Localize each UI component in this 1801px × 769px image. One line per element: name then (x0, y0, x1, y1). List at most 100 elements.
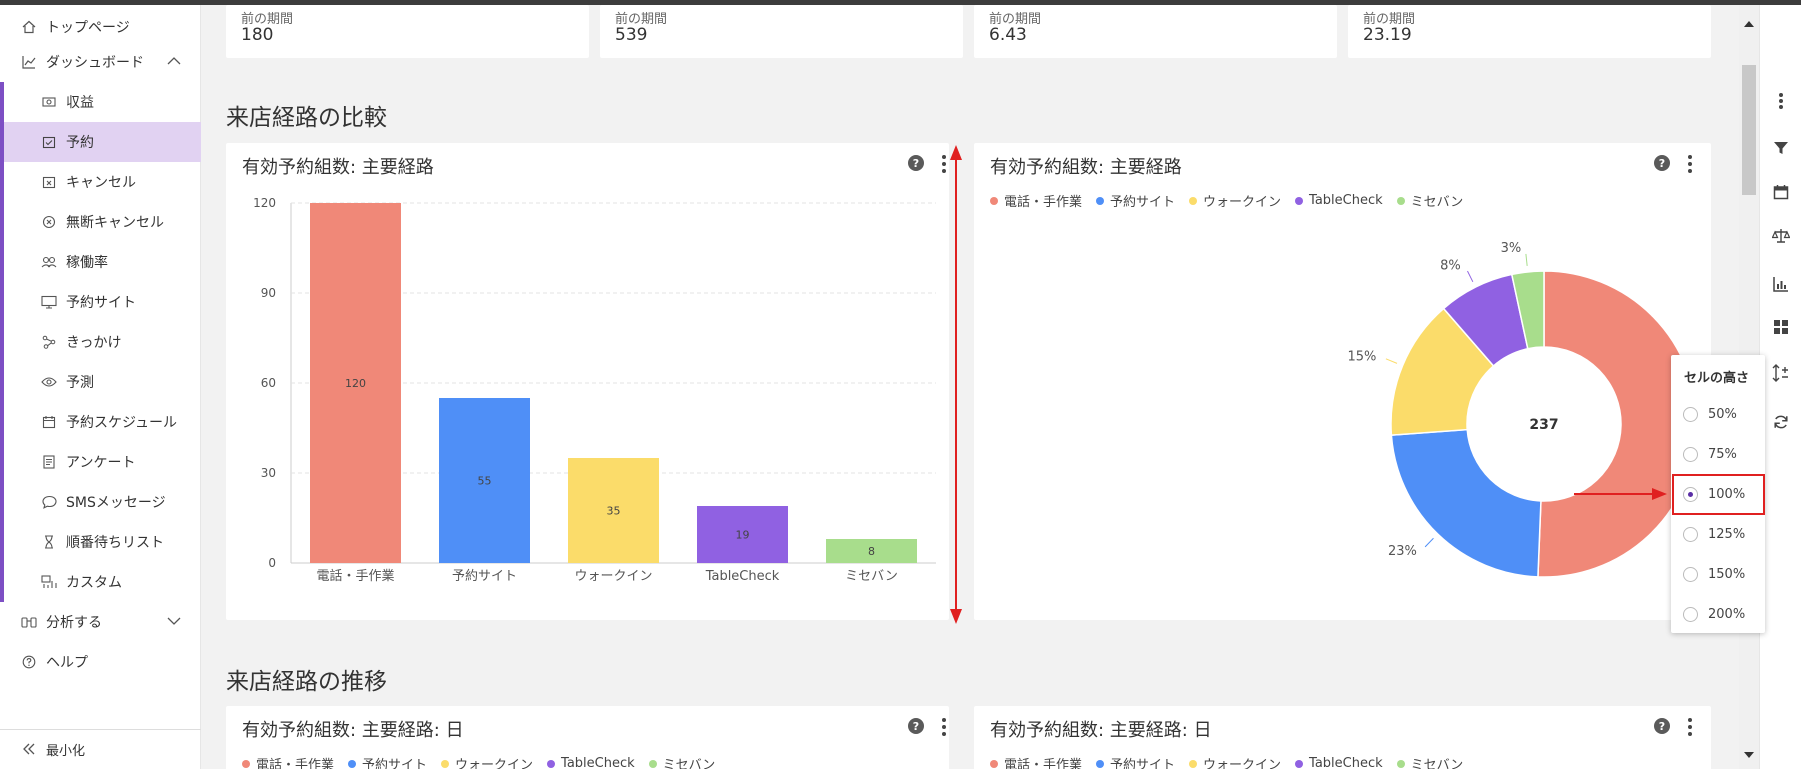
calendar-check-icon (40, 133, 58, 151)
main-content: 前の期間 180 前の期間 539 前の期間 6.43 前の期間 23.19 来… (201, 5, 1739, 769)
help-icon[interactable]: ? (908, 155, 924, 171)
stat-card: 前の期間 6.43 (974, 5, 1337, 58)
cell-height-option-50[interactable]: 50% (1671, 394, 1765, 434)
more-options-icon[interactable] (941, 155, 947, 173)
radio-button[interactable] (1683, 606, 1698, 622)
sidebar-item-booking-site[interactable]: 予約サイト (0, 282, 201, 322)
scroll-up-icon[interactable] (1743, 20, 1755, 28)
radio-button[interactable] (1683, 566, 1698, 582)
minimize-label: 最小化 (46, 743, 86, 759)
chart-type-button[interactable] (1760, 267, 1801, 301)
stat-card: 前の期間 23.19 (1348, 5, 1711, 58)
calendar-x-icon (40, 173, 58, 191)
legend-item[interactable]: ウォークイン (1189, 754, 1281, 769)
scroll-thumb[interactable] (1742, 65, 1756, 195)
sidebar-item-custom[interactable]: カスタム (0, 562, 201, 602)
help-icon[interactable]: ? (1654, 718, 1670, 734)
y-tick-label: 60 (261, 376, 276, 390)
sidebar-item-home[interactable]: トップページ (0, 7, 201, 47)
chevron-up-icon (167, 54, 181, 70)
legend-item[interactable]: 予約サイト (348, 754, 427, 769)
sidebar-item-label: 分析する (46, 615, 102, 631)
legend-swatch (242, 759, 250, 768)
chart-title: 有効予約組数: 主要経路: 日 (242, 720, 464, 741)
eye-icon (40, 373, 58, 391)
radio-button[interactable] (1683, 406, 1698, 422)
sidebar-item-help[interactable]: ヘルプ (0, 642, 201, 682)
scroll-down-icon[interactable] (1743, 751, 1755, 759)
cell-height-option-150[interactable]: 150% (1671, 554, 1765, 594)
calendar-button[interactable] (1760, 175, 1801, 209)
more-vertical-icon (1779, 93, 1783, 109)
x-tick-label: 電話・手作業 (316, 568, 394, 584)
sidebar-item-schedule[interactable]: 予約スケジュール (0, 402, 201, 442)
legend-item[interactable]: TableCheck (547, 754, 635, 769)
circle-x-icon (40, 213, 58, 231)
sidebar-item-cancel[interactable]: キャンセル (0, 162, 201, 202)
slice-percent-label: 15% (1347, 350, 1376, 365)
sidebar-item-noshow[interactable]: 無断キャンセル (0, 202, 201, 242)
legend-item[interactable]: ウォークイン (441, 754, 533, 769)
sidebar-item-revenue[interactable]: 収益 (0, 82, 201, 122)
label-leader (1467, 270, 1474, 283)
legend-item[interactable]: TableCheck (1295, 754, 1383, 769)
legend-label: TableCheck (1309, 756, 1383, 769)
y-tick-label: 0 (268, 556, 276, 570)
sidebar-item-dashboard[interactable]: ダッシュボード (0, 42, 201, 82)
bar-value-label: 55 (478, 475, 492, 488)
monitor-icon (40, 293, 58, 311)
slice-percent-label: 23% (1388, 544, 1417, 559)
sidebar-item-survey[interactable]: アンケート (0, 442, 201, 482)
refresh-button[interactable] (1760, 405, 1801, 439)
radio-button[interactable] (1683, 446, 1698, 462)
chart-line-icon (20, 53, 38, 71)
label-leader (1424, 537, 1434, 548)
x-tick-label: 予約サイト (452, 569, 517, 584)
minimize-button[interactable]: 最小化 (0, 729, 201, 769)
layout-button[interactable] (1760, 310, 1801, 344)
legend-item[interactable]: ミセバン (648, 754, 715, 769)
legend-swatch (348, 759, 357, 768)
legend-item[interactable]: ミセバン (1396, 754, 1463, 769)
compare-button[interactable] (1760, 219, 1801, 253)
legend-label: 予約サイト (362, 758, 428, 769)
help-icon[interactable]: ? (908, 718, 924, 734)
cell-height-option-75[interactable]: 75% (1671, 434, 1765, 474)
y-tick-label: 120 (253, 196, 276, 210)
legend-swatch (441, 759, 450, 768)
filter-icon (1774, 142, 1788, 154)
more-options-icon[interactable] (941, 718, 947, 736)
sidebar-item-occupancy[interactable]: 稼働率 (0, 242, 201, 282)
cell-height-option-200[interactable]: 200% (1671, 594, 1765, 634)
legend-label: 予約サイト (1110, 758, 1176, 769)
sidebar-item-sms[interactable]: SMSメッセージ (0, 482, 201, 522)
legend-item[interactable]: 予約サイト (1096, 754, 1175, 769)
legend-item[interactable]: 電話・手作業 (990, 754, 1082, 769)
home-icon (20, 18, 38, 36)
legend-label: ウォークイン (1203, 758, 1282, 769)
y-tick-label: 30 (261, 466, 276, 480)
sidebar-item-trigger[interactable]: きっかけ (0, 322, 201, 362)
section-title-comparison: 来店経路の比較 (226, 105, 387, 131)
cell-height-button[interactable] (1760, 356, 1801, 390)
option-label: 200% (1708, 606, 1746, 622)
sidebar: トップページ ダッシュボード 収益 予約 キャンセル 無断キャンセル 稼働率 予… (0, 5, 201, 769)
cell-height-option-125[interactable]: 125% (1671, 514, 1765, 554)
sidebar-item-reservation[interactable]: 予約 (0, 122, 201, 162)
legend-item[interactable]: 電話・手作業 (242, 754, 334, 769)
document-icon (40, 453, 58, 471)
sidebar-item-analyze[interactable]: 分析する (0, 602, 201, 642)
sidebar-item-label: SMSメッセージ (66, 495, 166, 511)
radio-button[interactable] (1683, 526, 1698, 542)
chart-legend: 電話・手作業 予約サイト ウォークイン TableCheck ミセバン (990, 754, 1463, 769)
option-label: 150% (1708, 566, 1746, 582)
slice-percent-label: 3% (1501, 241, 1522, 256)
more-vertical-button[interactable] (1760, 84, 1801, 118)
hourglass-icon (40, 533, 58, 551)
sidebar-item-forecast[interactable]: 予測 (0, 362, 201, 402)
sidebar-item-waitlist[interactable]: 順番待ちリスト (0, 522, 201, 562)
chevron-down-icon (167, 614, 181, 630)
filter-button[interactable] (1760, 131, 1801, 165)
more-options-icon[interactable] (1687, 718, 1693, 736)
double-chevron-left-icon (20, 740, 38, 758)
